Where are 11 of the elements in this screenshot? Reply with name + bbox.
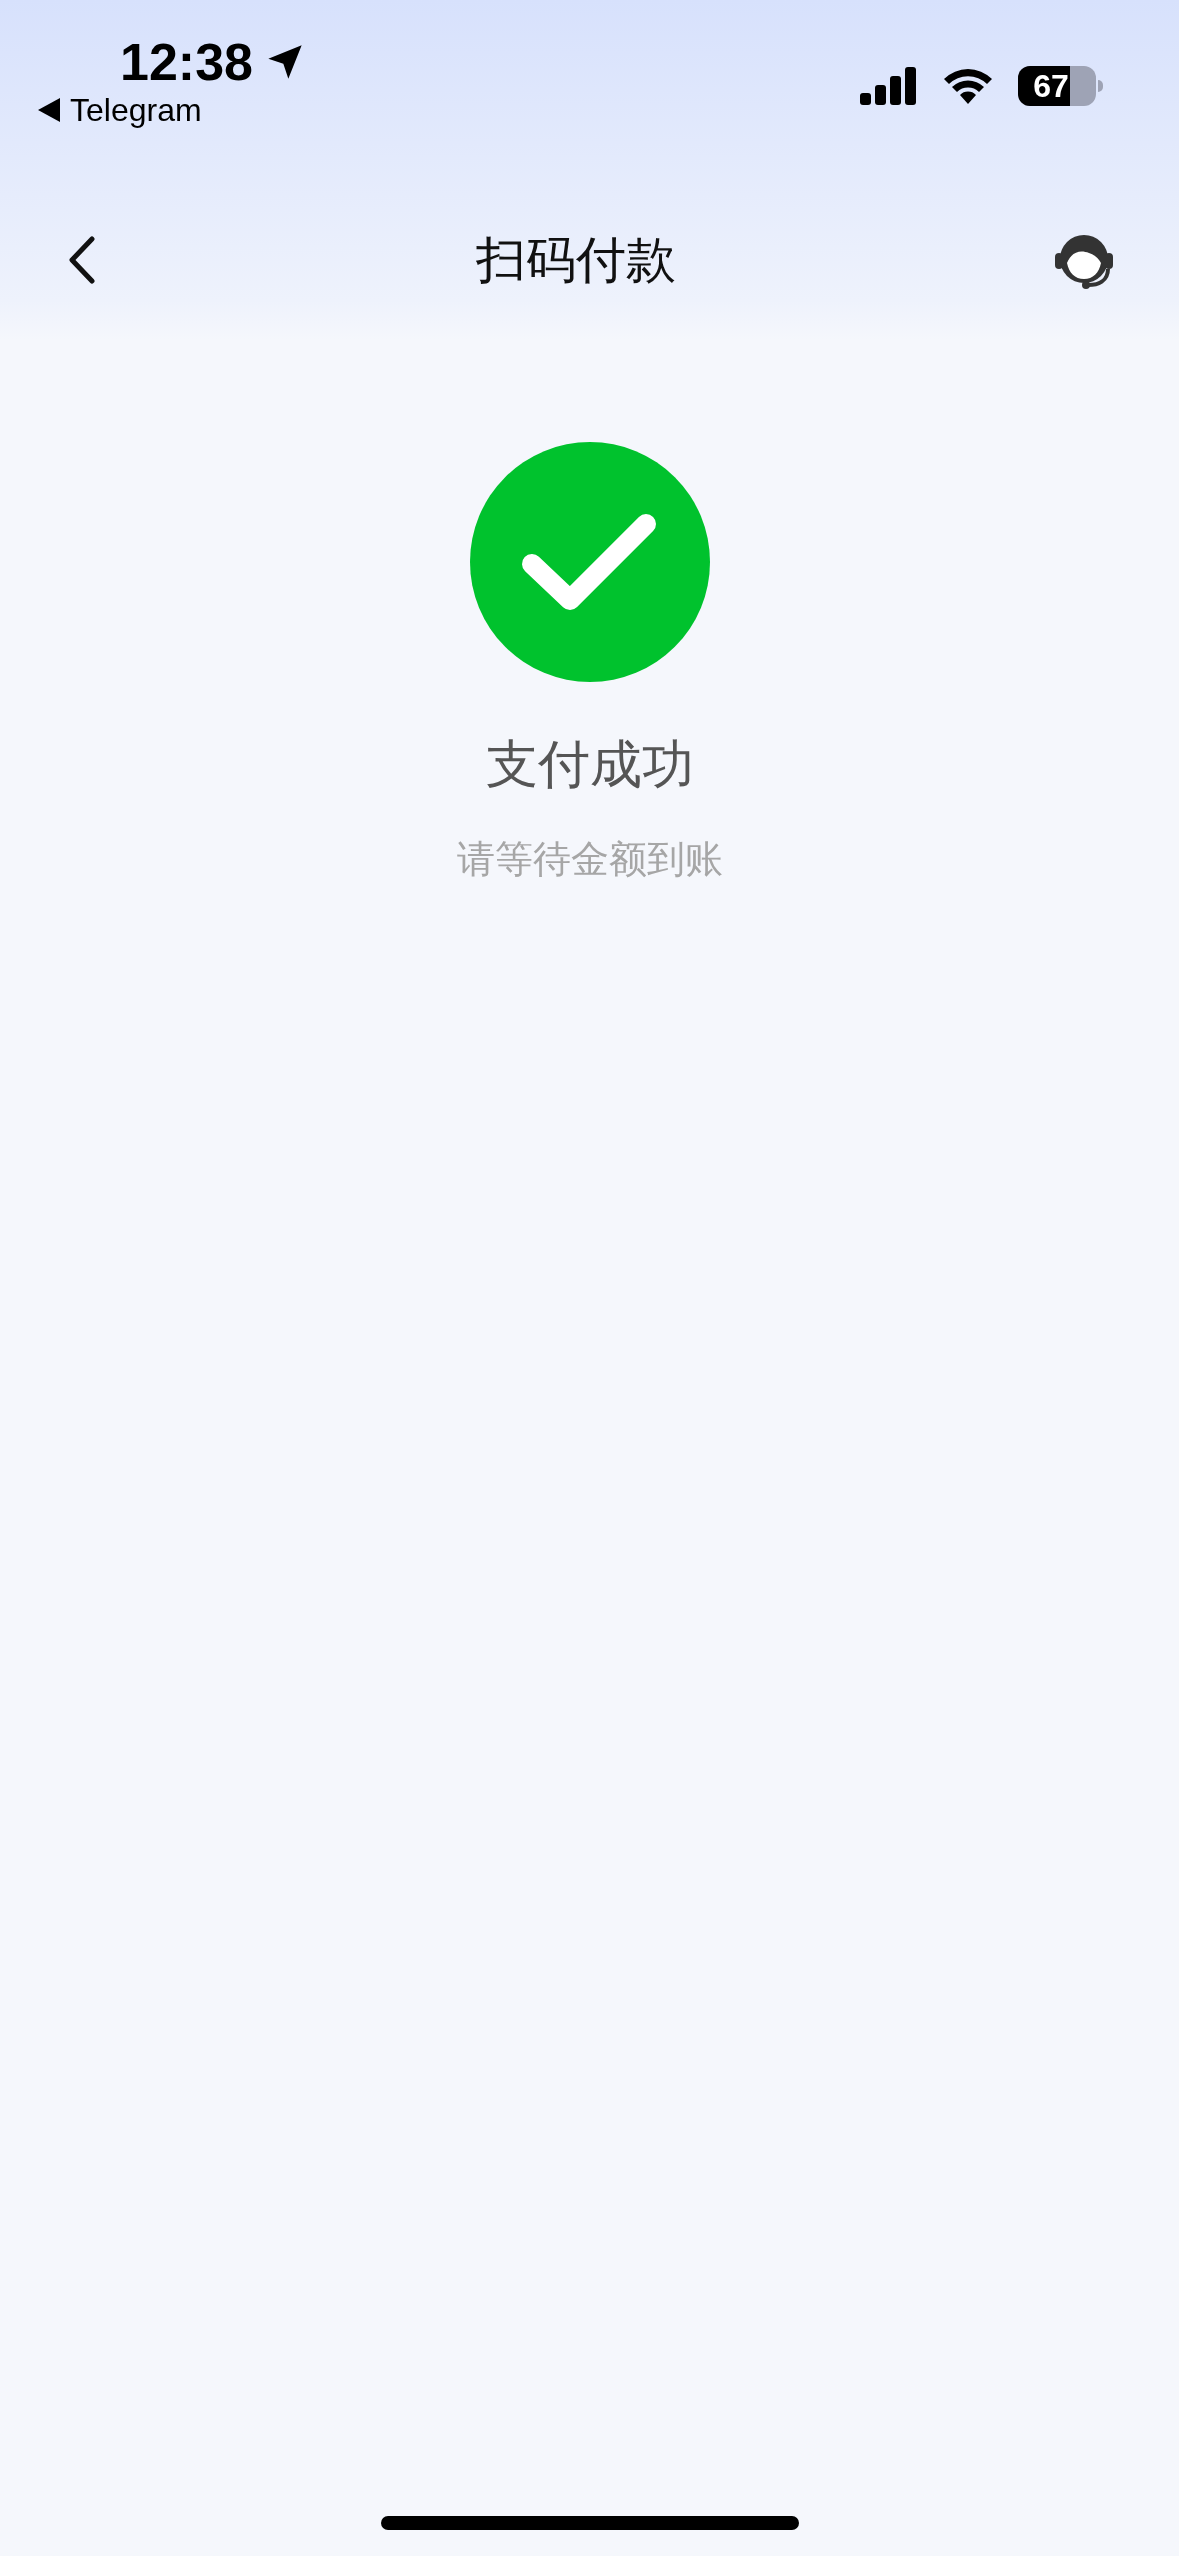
success-check-icon: [469, 442, 710, 682]
status-time: 12:38: [120, 36, 253, 88]
battery-cap-icon: [1098, 80, 1103, 92]
page-title: 扫码付款: [475, 230, 676, 290]
back-triangle-icon[interactable]: [38, 98, 60, 122]
wifi-icon: [942, 67, 994, 105]
battery-percent: 67: [1033, 70, 1069, 102]
back-app-link[interactable]: Telegram: [70, 94, 202, 126]
result-title: 支付成功: [485, 738, 694, 790]
result-subtitle: 请等待金额到账: [456, 840, 723, 878]
signal-icon: [860, 67, 918, 105]
